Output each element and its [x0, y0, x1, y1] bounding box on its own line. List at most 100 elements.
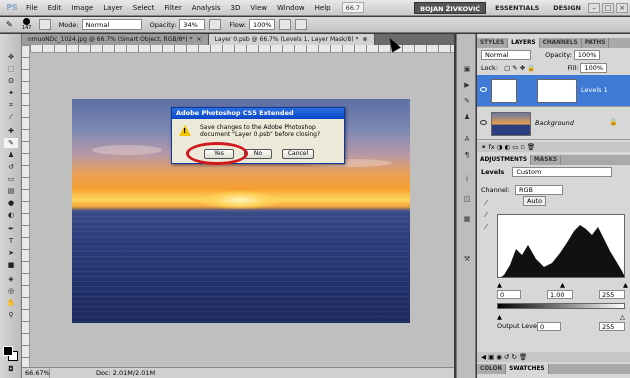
tab-styles[interactable]: STYLES [477, 38, 509, 48]
menu-image[interactable]: Image [66, 0, 98, 16]
menu-layer[interactable]: Layer [98, 0, 128, 16]
3d-orbit-tool-icon[interactable]: ◎ [4, 286, 18, 296]
channel-select[interactable]: RGB [514, 185, 563, 195]
healing-brush-tool-icon[interactable]: ✚ [4, 126, 18, 136]
black-eyedropper-icon[interactable]: ⁄ [480, 198, 492, 209]
close-icon[interactable]: × [616, 2, 628, 13]
workspace-design-button[interactable]: DESIGN [548, 2, 586, 14]
lock-icons[interactable]: ▢ ✎ ✥ 🔒 [504, 64, 535, 72]
workspace-essentials-button[interactable]: ESSENTIALS [490, 2, 544, 14]
quick-mask-icon[interactable]: ◘ [4, 364, 18, 374]
tab-color[interactable]: COLOR [477, 364, 507, 374]
menu-select[interactable]: Select [128, 0, 160, 16]
adjustments-footer-icons[interactable]: ◀ ▣ ◉ ↺ ↻ 🗑 [477, 352, 630, 362]
lasso-tool-icon[interactable]: ʘ [4, 76, 18, 86]
info-panel-icon[interactable]: i [461, 174, 473, 185]
actions-panel-icon[interactable]: ▶ [461, 80, 473, 91]
flow-input[interactable]: 100% [249, 19, 276, 30]
document-canvas-area[interactable] [22, 45, 454, 367]
layers-panel-footer-icons[interactable]: ⚭ fx ◑ ◐ ▭ ▫ 🗑 [477, 142, 630, 152]
cancel-button[interactable]: Cancel [282, 149, 314, 159]
3d-rotate-tool-icon[interactable]: ◈ [4, 274, 18, 284]
shape-tool-icon[interactable]: ■ [4, 260, 18, 270]
tab-document-1[interactable]: nmuoNDc_1024.jpg @ 66.7% (Smart Object, … [22, 34, 209, 45]
tablet-size-icon[interactable] [295, 19, 308, 30]
output-white-field[interactable]: 255 [599, 322, 625, 331]
tab-close-icon[interactable]: ⊗ [362, 36, 367, 43]
menu-3d[interactable]: 3D [226, 0, 246, 16]
crop-tool-icon[interactable]: ⌗ [4, 100, 18, 110]
dodge-tool-icon[interactable]: ◐ [4, 210, 18, 220]
foreground-color-swatch[interactable] [3, 346, 13, 356]
blur-tool-icon[interactable]: ● [4, 198, 18, 208]
no-button[interactable]: No [244, 149, 272, 159]
menu-edit[interactable]: Edit [43, 0, 67, 16]
hand-tool-icon[interactable]: ✋ [4, 298, 18, 308]
input-black-field[interactable]: 0 [497, 290, 521, 299]
clone-source-panel-icon[interactable]: ♟ [461, 112, 473, 123]
preset-select[interactable]: Custom [512, 167, 613, 177]
visibility-eye-icon[interactable] [480, 87, 487, 92]
menu-filter[interactable]: Filter [159, 0, 186, 16]
output-sliders[interactable]: ▲ △ [477, 312, 630, 321]
clone-stamp-tool-icon[interactable]: ♟ [4, 150, 18, 160]
eyedropper-tool-icon[interactable]: ⁄ [4, 112, 18, 122]
tab-swatches[interactable]: SWATCHES [506, 364, 549, 374]
navigator-panel-icon[interactable]: ◫ [461, 194, 473, 205]
layer-row-levels[interactable]: Levels 1 [477, 75, 630, 107]
menu-window[interactable]: Window [272, 0, 310, 16]
layer-opacity-input[interactable]: 100% [573, 50, 601, 60]
history-brush-tool-icon[interactable]: ↺ [4, 162, 18, 172]
blend-mode-select[interactable]: Normal [481, 50, 531, 60]
tablet-opacity-icon[interactable] [209, 19, 222, 30]
layer-row-background[interactable]: Background 🔒 [477, 108, 630, 140]
move-tool-icon[interactable]: ✥ [4, 52, 18, 62]
minimize-icon[interactable]: – [588, 2, 600, 13]
character-panel-icon[interactable]: A [461, 134, 473, 145]
maximize-icon[interactable]: □ [602, 2, 614, 13]
tab-document-2[interactable]: Layer 0.psb @ 66.7% (Levels 1, Layer Mas… [208, 34, 375, 45]
auto-button[interactable]: Auto [523, 196, 547, 206]
workspace-user-button[interactable]: BOJAN ŽIVKOVIĆ [414, 1, 487, 14]
brush-tool-icon[interactable]: ✎ [4, 138, 18, 148]
output-black-field[interactable]: 0 [537, 322, 561, 331]
airbrush-icon[interactable] [279, 19, 292, 30]
brush-panel-icon[interactable]: ✎ [461, 96, 473, 107]
tab-channels[interactable]: CHANNELS [540, 38, 582, 48]
status-zoom[interactable]: 66.67% [22, 368, 50, 378]
input-sliders[interactable]: ▲ ▲ ▲ [477, 280, 630, 289]
eraser-tool-icon[interactable]: ▭ [4, 174, 18, 184]
brush-preset-picker[interactable]: 147 [19, 18, 35, 32]
type-tool-icon[interactable]: T [4, 236, 18, 246]
white-eyedropper-icon[interactable]: ⁄ [480, 222, 492, 233]
marquee-tool-icon[interactable]: ⬚ [4, 64, 18, 74]
gradient-tool-icon[interactable]: ▤ [4, 186, 18, 196]
fill-input[interactable]: 100% [580, 63, 608, 73]
tab-close-icon[interactable]: × [197, 36, 202, 43]
menu-help[interactable]: Help [310, 0, 336, 16]
opacity-input[interactable]: 34% [179, 19, 206, 30]
quick-select-tool-icon[interactable]: ✦ [4, 88, 18, 98]
menu-file[interactable]: File [21, 0, 43, 16]
zoom-level-select[interactable]: 66.7 [341, 2, 365, 13]
visibility-eye-icon[interactable] [480, 120, 487, 125]
path-selection-tool-icon[interactable]: ➤ [4, 248, 18, 258]
histogram-panel-icon[interactable]: ▦ [461, 214, 473, 225]
pen-tool-icon[interactable]: ✒ [4, 224, 18, 234]
tab-paths[interactable]: PATHS [582, 38, 610, 48]
brush-panel-toggle-icon[interactable] [38, 19, 51, 30]
layer-mask-thumbnail[interactable] [537, 79, 577, 103]
tab-layers[interactable]: LAYERS [508, 38, 540, 48]
tool-presets-panel-icon[interactable]: ⚒ [461, 254, 473, 265]
menu-analysis[interactable]: Analysis [187, 0, 226, 16]
menu-view[interactable]: View [245, 0, 272, 16]
zoom-tool-icon[interactable]: ⚲ [4, 310, 18, 320]
tab-adjustments[interactable]: ADJUSTMENTS [477, 155, 532, 165]
input-gamma-field[interactable]: 1.00 [547, 290, 573, 299]
tab-masks[interactable]: MASKS [531, 155, 562, 165]
input-white-field[interactable]: 255 [599, 290, 625, 299]
mode-select[interactable]: Normal [81, 19, 142, 30]
paragraph-panel-icon[interactable]: ¶ [461, 150, 473, 161]
history-panel-icon[interactable]: ▣ [461, 64, 473, 75]
gray-eyedropper-icon[interactable]: ⁄ [480, 210, 492, 221]
